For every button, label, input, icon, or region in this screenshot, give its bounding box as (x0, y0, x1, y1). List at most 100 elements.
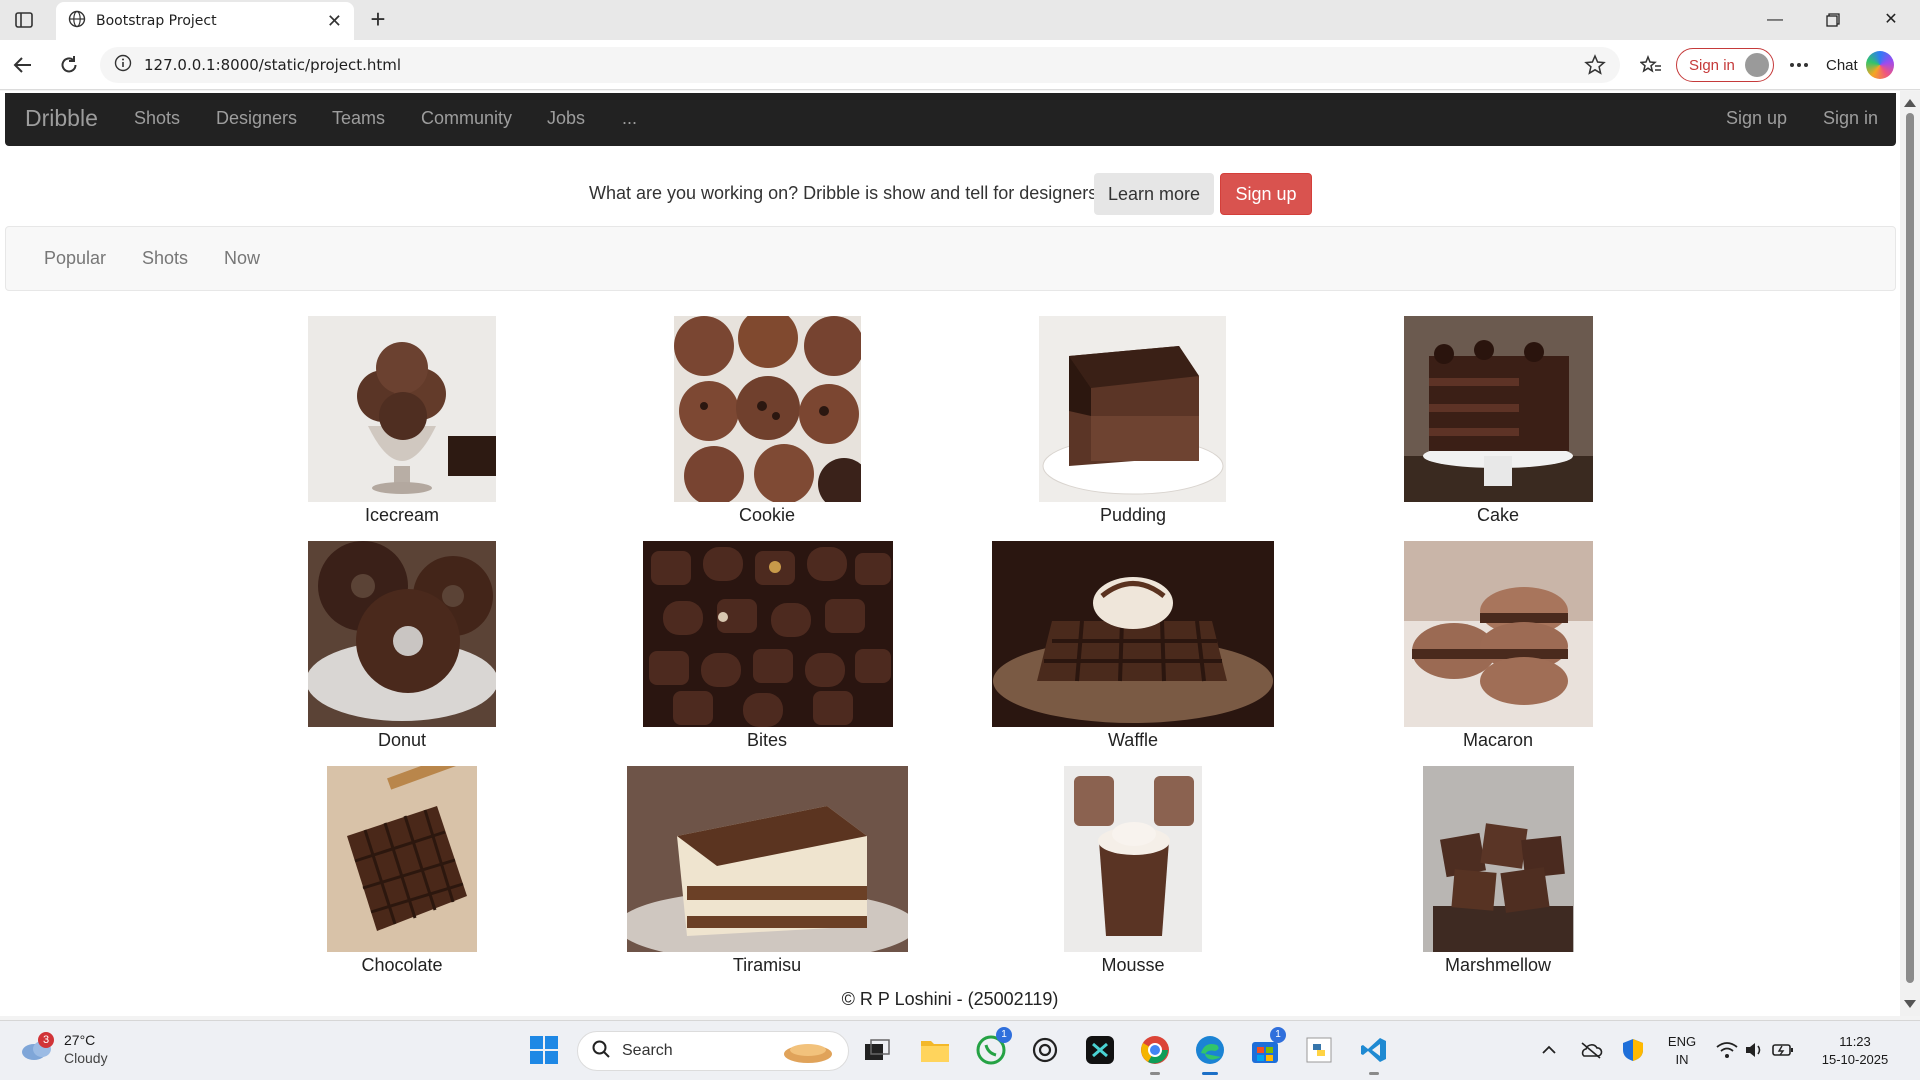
store-badge: 1 (1270, 1027, 1286, 1043)
chatgpt-icon[interactable] (1028, 1033, 1062, 1067)
python-idle-icon[interactable] (1302, 1033, 1336, 1067)
caption-marshmellow: Marshmellow (1444, 955, 1552, 975)
clock[interactable]: 11:23 15-10-2025 (1812, 1033, 1898, 1069)
close-window-icon[interactable]: ✕ (1868, 6, 1914, 34)
icecream-photo[interactable] (308, 316, 496, 502)
nav-signin-link[interactable]: Sign in (1823, 108, 1878, 129)
language-indicator[interactable]: ENG IN (1664, 1033, 1700, 1069)
caption-bites: Bites (746, 730, 788, 750)
chrome-icon[interactable] (1138, 1033, 1172, 1075)
caption-donut: Donut (377, 730, 427, 750)
site-info-icon[interactable] (114, 54, 132, 77)
nav-link-jobs[interactable]: Jobs (547, 108, 585, 129)
close-tab-icon[interactable]: ✕ (327, 11, 342, 32)
promo-text: What are you working on? Dribble is show… (589, 183, 1103, 203)
cake-photo[interactable] (1404, 316, 1593, 502)
bites-photo[interactable] (643, 541, 893, 727)
page-viewport: Dribble Shots Designers Teams Community … (0, 91, 1920, 1016)
search-icon (592, 1040, 610, 1063)
scroll-up-icon[interactable] (1904, 99, 1916, 107)
favorites-icon[interactable] (1638, 52, 1664, 78)
mousse-photo[interactable] (1064, 766, 1202, 952)
promo-banner: What are you working on? Dribble is show… (0, 171, 1900, 219)
caption-cookie: Cookie (738, 505, 796, 525)
secondary-navbar: Popular Shots Now (5, 226, 1896, 291)
chat-label: Chat (1826, 56, 1858, 74)
taskbar-search[interactable]: Search (577, 1031, 849, 1071)
subnav-link-popular[interactable]: Popular (44, 248, 106, 269)
whatsapp-icon[interactable]: 1 (974, 1027, 1012, 1067)
search-label: Search (622, 1042, 673, 1059)
learn-more-button[interactable]: Learn more (1094, 173, 1214, 215)
nav-link-designers[interactable]: Designers (216, 108, 297, 129)
back-icon[interactable] (10, 52, 36, 78)
weather-badge: 3 (38, 1032, 54, 1048)
vscode-icon[interactable] (1357, 1033, 1391, 1075)
favorite-star-icon[interactable] (1584, 54, 1606, 81)
caption-cake: Cake (1476, 505, 1520, 525)
brand-logo[interactable]: Dribble (25, 105, 98, 132)
page-scrollbar[interactable] (1900, 91, 1920, 1016)
caption-pudding: Pudding (1099, 505, 1167, 525)
more-options-icon[interactable] (1786, 52, 1812, 78)
copilot-chat-button[interactable]: Chat (1826, 48, 1894, 82)
security-shield-icon[interactable] (1618, 1033, 1648, 1067)
cookie-photo[interactable] (674, 316, 861, 502)
browser-tab-bar: Bootstrap Project ✕ + — ✕ (0, 0, 1920, 40)
new-tab-icon[interactable]: + (364, 6, 392, 34)
scroll-down-icon[interactable] (1904, 1000, 1916, 1008)
subnav-link-now[interactable]: Now (224, 248, 260, 269)
caption-tiramisu: Tiramisu (732, 955, 802, 975)
marshmellow-photo[interactable] (1423, 766, 1574, 952)
caption-icecream: Icecream (364, 505, 440, 525)
tiramisu-photo[interactable] (627, 766, 908, 952)
task-view-icon[interactable] (860, 1033, 894, 1067)
caption-mousse: Mousse (1101, 955, 1165, 975)
macaron-photo[interactable] (1404, 541, 1593, 727)
top-navbar: Dribble Shots Designers Teams Community … (5, 93, 1896, 146)
capcut-icon[interactable] (1083, 1033, 1117, 1067)
caption-chocolate: Chocolate (361, 955, 443, 975)
sidebar-toggle-icon[interactable] (12, 9, 36, 31)
chocolate-photo[interactable] (327, 766, 477, 952)
caption-macaron: Macaron (1462, 730, 1534, 750)
globe-icon (68, 10, 86, 33)
wifi-icon[interactable] (1714, 1033, 1740, 1067)
tab-title: Bootstrap Project (96, 13, 217, 29)
onedrive-offline-icon[interactable] (1576, 1033, 1606, 1067)
chrome-running-indicator (1150, 1072, 1160, 1075)
show-hidden-icons-icon[interactable] (1536, 1033, 1562, 1067)
browser-tab[interactable]: Bootstrap Project ✕ (56, 2, 354, 40)
minimize-icon[interactable]: — (1752, 6, 1798, 34)
profile-signin-button[interactable]: Sign in (1676, 48, 1774, 82)
refresh-icon[interactable] (56, 52, 82, 78)
signup-button[interactable]: Sign up (1220, 173, 1312, 215)
cloud-icon: 3 (20, 1032, 54, 1060)
nav-link-more[interactable]: ... (622, 108, 637, 129)
microsoft-store-icon[interactable]: 1 (1248, 1027, 1286, 1067)
file-explorer-icon[interactable] (918, 1033, 952, 1067)
nav-signup-link[interactable]: Sign up (1726, 108, 1787, 129)
weather-desc: Cloudy (64, 1050, 108, 1066)
clock-time: 11:23 (1839, 1034, 1871, 1049)
avatar (1745, 53, 1769, 77)
battery-icon[interactable] (1770, 1033, 1796, 1067)
edge-icon[interactable] (1193, 1033, 1227, 1075)
donut-photo[interactable] (308, 541, 496, 727)
nav-link-teams[interactable]: Teams (332, 108, 385, 129)
address-bar[interactable]: 127.0.0.1:8000/static/project.html (100, 47, 1620, 83)
language-region: IN (1675, 1052, 1689, 1067)
url-text[interactable]: 127.0.0.1:8000/static/project.html (144, 56, 401, 74)
restore-icon[interactable] (1810, 6, 1856, 34)
subnav-link-shots[interactable]: Shots (142, 248, 188, 269)
volume-icon[interactable] (1742, 1033, 1768, 1067)
nav-link-community[interactable]: Community (421, 108, 512, 129)
pudding-photo[interactable] (1039, 316, 1226, 502)
clock-date: 15-10-2025 (1821, 1052, 1889, 1067)
nav-link-shots[interactable]: Shots (134, 108, 180, 129)
windows-start-icon[interactable] (527, 1033, 561, 1067)
waffle-photo[interactable] (992, 541, 1274, 727)
scrollbar-thumb[interactable] (1906, 113, 1914, 983)
weather-widget[interactable]: 3 27°C Cloudy (20, 1031, 108, 1067)
signin-label: Sign in (1689, 56, 1735, 74)
